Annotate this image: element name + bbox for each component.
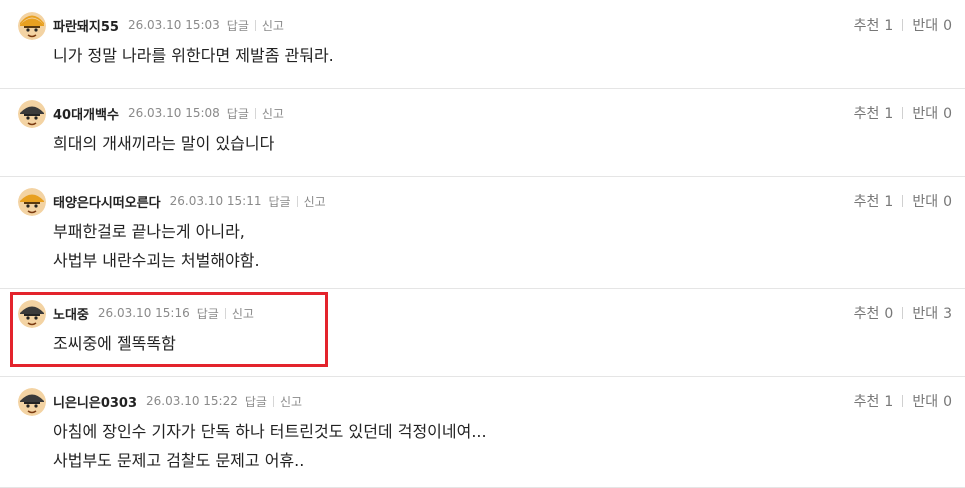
separator — [902, 395, 904, 407]
author-nickname[interactable]: 40대개백수 — [53, 104, 119, 123]
report-button[interactable]: 신고 — [262, 17, 284, 34]
comment-item: 니은니은0303 26.03.10 15:22 답글 신고 아침에 장인수 기자… — [0, 376, 965, 488]
author-nickname[interactable]: 니은니은0303 — [53, 392, 137, 411]
reply-button[interactable]: 답글 — [245, 393, 267, 410]
comment-text-line: 부패한걸로 끝나는게 아니라, — [53, 222, 245, 241]
oppose-button[interactable]: 반대 3 — [912, 303, 952, 323]
comment-date: 26.03.10 15:08 — [127, 106, 220, 120]
recommend-button[interactable]: 추천 1 — [854, 103, 894, 123]
comment-date: 26.03.10 15:16 — [97, 306, 190, 320]
comment-body: 희대의 개새끼라는 말이 있습니다 — [53, 129, 274, 158]
oppose-label: 반대 — [912, 194, 939, 210]
comment-text-line: 사법부 내란수괴는 처벌해야함. — [53, 251, 260, 270]
avatar[interactable] — [18, 388, 46, 416]
vote-area: 추천 1 반대 0 — [854, 15, 952, 35]
author-nickname[interactable]: 태양은다시떠오른다 — [53, 192, 161, 211]
recommend-button[interactable]: 추천 1 — [854, 391, 894, 411]
separator — [902, 19, 904, 31]
recommend-button[interactable]: 추천 1 — [854, 15, 894, 35]
comment-list: 파란돼지55 26.03.10 15:03 답글 신고 니가 정말 나라를 위한… — [0, 0, 965, 488]
comment-meta: 니은니은0303 26.03.10 15:22 답글 신고 — [53, 391, 302, 411]
recommend-count: 1 — [884, 194, 894, 210]
comment-body: 아침에 장인수 기자가 단독 하나 터트린것도 있던데 걱정이네여... 사법부… — [53, 417, 487, 475]
recommend-count: 1 — [884, 18, 894, 34]
separator — [902, 107, 904, 119]
report-button[interactable]: 신고 — [262, 105, 284, 122]
avatar[interactable] — [18, 188, 46, 216]
comment-date: 26.03.10 15:03 — [127, 18, 220, 32]
oppose-button[interactable]: 반대 0 — [912, 15, 952, 35]
comment-body: 부패한걸로 끝나는게 아니라, 사법부 내란수괴는 처벌해야함. — [53, 217, 260, 275]
comment-date: 26.03.10 15:11 — [169, 194, 262, 208]
oppose-count: 0 — [943, 106, 952, 122]
recommend-label: 추천 — [853, 106, 880, 122]
comment-text-line: 조씨중에 젤똑똑함 — [53, 334, 176, 353]
recommend-label: 추천 — [853, 394, 880, 410]
oppose-count: 3 — [943, 306, 952, 322]
author-nickname[interactable]: 파란돼지55 — [53, 16, 119, 35]
separator — [224, 307, 226, 319]
separator — [296, 195, 298, 207]
recommend-count: 1 — [884, 106, 894, 122]
oppose-button[interactable]: 반대 0 — [912, 391, 952, 411]
oppose-label: 반대 — [912, 18, 939, 34]
oppose-count: 0 — [943, 394, 952, 410]
vote-area: 추천 0 반대 3 — [854, 303, 952, 323]
report-button[interactable]: 신고 — [232, 305, 254, 322]
separator — [902, 307, 904, 319]
oppose-label: 반대 — [912, 306, 939, 322]
recommend-count: 0 — [884, 306, 894, 322]
avatar[interactable] — [18, 12, 46, 40]
recommend-button[interactable]: 추천 0 — [854, 303, 894, 323]
recommend-count: 1 — [884, 394, 894, 410]
separator — [254, 19, 256, 31]
comment-text-line: 아침에 장인수 기자가 단독 하나 터트린것도 있던데 걱정이네여... — [53, 422, 487, 441]
reply-button[interactable]: 답글 — [227, 17, 249, 34]
oppose-button[interactable]: 반대 0 — [912, 103, 952, 123]
comment-text-line: 희대의 개새끼라는 말이 있습니다 — [53, 134, 275, 153]
separator — [272, 395, 274, 407]
comment-item: 40대개백수 26.03.10 15:08 답글 신고 희대의 개새끼라는 말이… — [0, 88, 965, 177]
comment-text-line: 니가 정말 나라를 위한다면 제발좀 관둬라. — [53, 46, 334, 65]
oppose-label: 반대 — [912, 394, 939, 410]
author-nickname[interactable]: 노대중 — [53, 304, 89, 323]
comment-body: 조씨중에 젤똑똑함 — [53, 329, 176, 358]
avatar[interactable] — [18, 300, 46, 328]
comment-date: 26.03.10 15:22 — [146, 394, 238, 408]
vote-area: 추천 1 반대 0 — [854, 191, 952, 211]
vote-area: 추천 1 반대 0 — [854, 103, 952, 123]
comment-meta: 40대개백수 26.03.10 15:08 답글 신고 — [53, 103, 284, 123]
report-button[interactable]: 신고 — [280, 393, 302, 410]
report-button[interactable]: 신고 — [304, 193, 326, 210]
recommend-label: 추천 — [853, 18, 880, 34]
oppose-button[interactable]: 반대 0 — [912, 191, 952, 211]
comment-meta: 태양은다시떠오른다 26.03.10 15:11 답글 신고 — [53, 191, 326, 211]
vote-area: 추천 1 반대 0 — [854, 391, 952, 411]
oppose-label: 반대 — [912, 106, 939, 122]
oppose-count: 0 — [943, 194, 952, 210]
oppose-count: 0 — [943, 18, 952, 34]
comment-body: 니가 정말 나라를 위한다면 제발좀 관둬라. — [53, 41, 334, 70]
comment-item: 노대중 26.03.10 15:16 답글 신고 조씨중에 젤똑똑함 추천 0 반… — [0, 288, 965, 377]
comment-item: 태양은다시떠오른다 26.03.10 15:11 답글 신고 부패한걸로 끝나는… — [0, 176, 965, 289]
separator — [254, 107, 256, 119]
comment-meta: 노대중 26.03.10 15:16 답글 신고 — [53, 303, 254, 323]
reply-button[interactable]: 답글 — [268, 193, 290, 210]
recommend-label: 추천 — [853, 306, 880, 322]
reply-button[interactable]: 답글 — [227, 105, 249, 122]
recommend-label: 추천 — [853, 194, 880, 210]
recommend-button[interactable]: 추천 1 — [854, 191, 894, 211]
avatar[interactable] — [18, 100, 46, 128]
comment-item: 파란돼지55 26.03.10 15:03 답글 신고 니가 정말 나라를 위한… — [0, 0, 965, 89]
reply-button[interactable]: 답글 — [197, 305, 219, 322]
separator — [902, 195, 904, 207]
comment-text-line: 사법부도 문제고 검찰도 문제고 어휴.. — [53, 451, 305, 470]
comment-meta: 파란돼지55 26.03.10 15:03 답글 신고 — [53, 15, 284, 35]
